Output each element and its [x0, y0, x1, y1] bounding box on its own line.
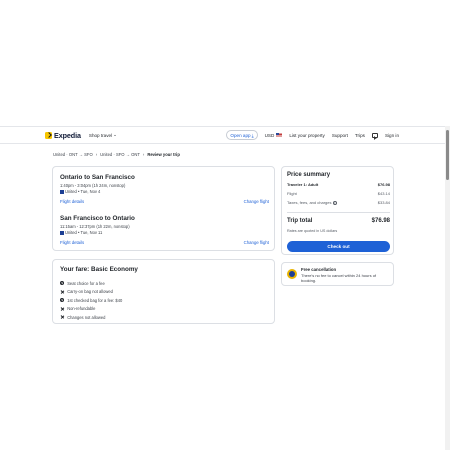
bag-icon: $: [60, 298, 65, 303]
logo-text: Expedia: [54, 130, 81, 140]
traveler-label: Traveler 1: Adult: [287, 182, 319, 187]
flight-price-row: Flight $43.14: [287, 191, 390, 196]
breadcrumb-current: Review your trip: [147, 152, 180, 157]
close-icon: [60, 290, 64, 294]
flight-return: San Francisco to Ontario 11:15am - 12:37…: [60, 215, 269, 245]
chevron-down-icon: ⌄: [113, 132, 117, 137]
price-summary-title: Price summary: [287, 172, 331, 178]
currency-label: USD: [264, 132, 275, 138]
flight-outbound: Ontario to San Francisco 1:40pm - 3:04pm…: [60, 174, 269, 204]
taxes-label-group: Taxes, fees, and charges i: [287, 200, 337, 205]
free-cancellation-icon: [287, 269, 297, 279]
top-nav-bar: Expedia Shop travel ⌄ Open app ⤓ USD Lis…: [0, 126, 445, 144]
flight-time: 1:40pm - 3:04pm (1h 24m, nonstop): [60, 183, 126, 188]
price-summary-card: Price summary Traveler 1: Adult $76.98 F…: [281, 166, 394, 255]
info-icon[interactable]: i: [332, 200, 337, 205]
list-property-link[interactable]: List your property: [289, 133, 325, 138]
united-airline-icon: [60, 231, 64, 235]
flight-carrier: United • Tue, Nov 11: [60, 230, 269, 235]
flight-carrier-text: United • Tue, Nov 11: [65, 230, 103, 236]
flight-title: Ontario to San Francisco: [60, 174, 135, 181]
total-amount: $76.98: [371, 218, 390, 224]
expedia-logo-icon: [45, 131, 52, 139]
fare-item-text: Changes not allowed: [67, 314, 106, 320]
taxes-row: Taxes, fees, and charges i $33.84: [287, 200, 390, 205]
total-row: Trip total $76.98: [287, 218, 390, 224]
flight-details-link[interactable]: Flight details: [60, 240, 84, 245]
fare-item: Carry-on bag not allowed: [60, 288, 122, 297]
support-link[interactable]: Support: [332, 133, 348, 138]
breadcrumb-item-outbound[interactable]: United · ONT → SFO: [53, 152, 93, 157]
united-airline-icon: [60, 190, 64, 194]
flight-carrier: United • Tue, Nov 4: [60, 189, 269, 194]
close-icon: [60, 307, 64, 311]
chat-icon[interactable]: [371, 132, 378, 138]
flight-title: San Francisco to Ontario: [60, 215, 135, 222]
taxes-label: Taxes, fees, and charges: [287, 200, 332, 205]
chevron-right-icon: ›: [142, 152, 145, 157]
free-cancellation-card: Free cancellation There's no fee to canc…: [281, 262, 394, 286]
flight-links: Flight details Change flight: [60, 240, 269, 245]
breadcrumb: United · ONT → SFO › United · SFO → ONT …: [53, 152, 180, 157]
flight-links: Flight details Change flight: [60, 199, 269, 204]
flight-carrier-text: United • Tue, Nov 4: [65, 189, 101, 195]
cancellation-text: There's no fee to cancel within 24 hours…: [301, 272, 377, 283]
flights-card: Ontario to San Francisco 1:40pm - 3:04pm…: [52, 166, 275, 251]
fare-card: Your fare: Basic Economy $ Seat choice f…: [52, 259, 275, 324]
flight-time: 11:15am - 12:37pm (1h 22m, nonstop): [60, 224, 130, 229]
shop-travel-label: Shop travel: [88, 132, 113, 138]
flight-price-amount: $43.14: [377, 191, 390, 196]
fare-item-text: Carry-on bag not allowed: [67, 289, 113, 295]
fare-item: $ 1st checked bag for a fee: $40: [60, 296, 122, 305]
fare-title: Your fare: Basic Economy: [60, 266, 138, 273]
cancellation-title: Free cancellation: [301, 267, 337, 272]
fare-list: $ Seat choice for a fee Carry-on bag not…: [60, 279, 122, 322]
traveler-amount: $76.98: [377, 182, 390, 187]
change-flight-link[interactable]: Change flight: [244, 240, 269, 245]
flight-details-link[interactable]: Flight details: [60, 199, 84, 204]
fare-item-text: 1st checked bag for a fee: $40: [67, 297, 123, 303]
sign-in-link[interactable]: Sign in: [385, 133, 399, 138]
fare-item: $ Seat choice for a fee: [60, 279, 122, 288]
us-flag-icon: [276, 133, 283, 137]
download-icon: ⤓: [251, 132, 254, 138]
flight-price-label: Flight: [287, 191, 297, 196]
fare-item-text: Non-refundable: [67, 306, 96, 312]
change-flight-link[interactable]: Change flight: [244, 199, 269, 204]
chevron-right-icon: ›: [95, 152, 98, 157]
taxes-amount: $33.84: [377, 200, 390, 205]
expedia-logo[interactable]: Expedia: [45, 131, 81, 140]
fare-item: Non-refundable: [60, 305, 122, 314]
fare-item-text: Seat choice for a fee: [67, 280, 105, 286]
total-label: Trip total: [287, 218, 313, 224]
currency-selector[interactable]: USD: [265, 133, 283, 138]
rates-note: Rates are quoted in US dollars: [287, 229, 338, 233]
breadcrumb-item-return[interactable]: United · SFO → ONT: [100, 152, 140, 157]
seat-icon: $: [60, 281, 65, 286]
checkout-button[interactable]: Check out: [287, 241, 390, 252]
trips-link[interactable]: Trips: [355, 133, 365, 138]
get-app-label: Open app: [230, 132, 251, 138]
close-icon: [60, 315, 64, 319]
nav-right: Open app ⤓ USD List your property Suppor…: [226, 130, 399, 140]
get-app-button[interactable]: Open app ⤓: [226, 130, 258, 140]
fare-item: Changes not allowed: [60, 313, 122, 322]
traveler-row: Traveler 1: Adult $76.98: [287, 182, 390, 187]
scrollbar-thumb[interactable]: [446, 130, 449, 180]
price-divider: [287, 212, 390, 213]
shop-travel-menu[interactable]: Shop travel ⌄: [89, 132, 117, 138]
